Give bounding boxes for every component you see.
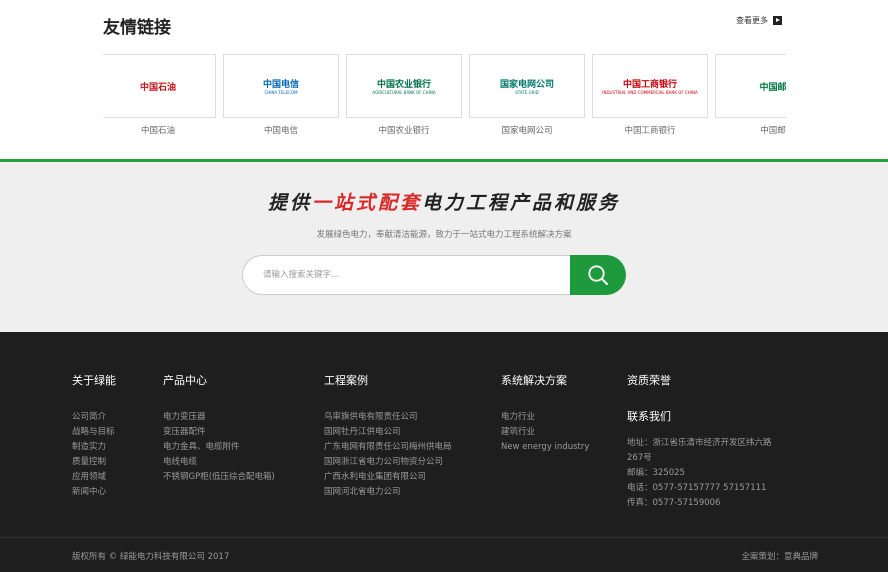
footer-link[interactable]: 变压器配件	[163, 425, 275, 440]
slogan-post: 电力工程产品和服务	[422, 192, 621, 214]
partner-logo[interactable]: 中国邮	[715, 54, 786, 118]
partner-logo-subtext: INDUSTRIAL AND COMMERCIAL BANK OF CHINA	[602, 90, 698, 95]
copyright: 版权所有 © 绿能电力科技有限公司 2017	[72, 552, 230, 562]
footer-link[interactable]: 电力行业	[501, 410, 589, 425]
footer-col-honors-contact: 资质荣誉 联系我们 地址：浙江省乐清市经济开发区纬六路 267号邮编：325025…	[627, 372, 772, 511]
footer-col-title[interactable]: 系统解决方案	[501, 372, 589, 388]
partner-logo-subtext: STATE GRID	[515, 90, 539, 95]
partner-label[interactable]: 国家电网公司	[469, 124, 585, 136]
footer-divider	[0, 537, 888, 538]
footer-link[interactable]: 电线电缆	[163, 455, 275, 470]
contact-line: 电话：0577-57157777 57157111	[627, 483, 767, 493]
footer-link[interactable]: 国网牡丹江供电公司	[324, 425, 452, 440]
search-band: 提供一站式配套电力工程产品和服务 发展绿色电力，奉献清洁能源，致力于一站式电力工…	[0, 162, 888, 332]
partner-logo-text: 国家电网公司	[499, 80, 554, 90]
footer-link[interactable]: 广西水利电业集团有限公司	[324, 470, 452, 485]
partner-logo-text: 中国工商银行	[622, 80, 677, 90]
partner-logo-mark: 国家电网公司 STATE GRID	[500, 77, 554, 95]
footer-col-title[interactable]: 关于绿能	[72, 372, 116, 388]
partner-label[interactable]: 中国石油	[103, 124, 216, 136]
partner-logo-mark: 中国农业银行 AGRICULTURAL BANK OF CHINA	[372, 77, 435, 95]
footer-link[interactable]: 国网河北省电力公司	[324, 485, 452, 500]
footer-link[interactable]: 新闻中心	[72, 485, 116, 500]
view-more-label: 查看更多	[736, 16, 768, 25]
partner-carousel[interactable]: e中国石油中国石油中国电信CHINA TELECOM中国电信中国农业银行AGRI…	[103, 54, 786, 136]
partner-logo-subtext: AGRICULTURAL BANK OF CHINA	[372, 90, 436, 95]
footer-link[interactable]: 公司简介	[72, 410, 116, 425]
partner-card[interactable]: 中国农业银行 AGRICULTURAL BANK OF CHINA 中国农业银行	[346, 54, 462, 136]
footer-link[interactable]: 应用领域	[72, 470, 116, 485]
play-arrow-icon	[773, 16, 782, 25]
partner-track: e中国石油中国石油中国电信CHINA TELECOM中国电信中国农业银行AGRI…	[103, 54, 786, 136]
footer-link[interactable]: 电力变压器	[163, 410, 275, 425]
partner-logo-mark: 中国工商银行 INDUSTRIAL AND COMMERCIAL BANK OF …	[602, 77, 697, 95]
footer-link[interactable]: 建筑行业	[501, 425, 589, 440]
partner-card[interactable]: 中国邮 中国邮	[715, 54, 786, 136]
view-more-link[interactable]: 查看更多	[736, 15, 782, 26]
footer-col-title[interactable]: 工程案例	[324, 372, 452, 388]
design-credit[interactable]: 全案策划：意典品牌	[741, 550, 818, 562]
search-input[interactable]	[242, 255, 582, 295]
partner-label[interactable]: 中国农业银行	[346, 124, 462, 136]
footer-link[interactable]: 电力金具、电缆附件	[163, 440, 275, 455]
partner-label[interactable]: 中国工商银行	[592, 124, 708, 136]
band-subtitle: 发展绿色电力，奉献清洁能源，致力于一站式电力工程系统解决方案	[316, 230, 572, 240]
slogan-pre: 提供	[267, 192, 312, 214]
slogan: 提供一站式配套电力工程产品和服务	[0, 188, 888, 215]
footer-link[interactable]: 广东电网有限责任公司梅州供电局	[324, 440, 452, 455]
footer-col-about: 关于绿能 公司简介 战略与目标 制造实力 质量控制 应用领域 新闻中心	[72, 372, 116, 500]
friend-links-title: 友情链接	[103, 18, 171, 38]
footer-col-title[interactable]: 资质荣誉	[627, 372, 772, 388]
search-icon	[588, 265, 608, 285]
friend-links-section: 友情链接 查看更多 e中国石油中国石油中国电信CHINA TELECOM中国电信…	[0, 0, 888, 160]
footer-link[interactable]: 战略与目标	[72, 425, 116, 440]
partner-logo-subtext: CHINA TELECOM	[264, 90, 298, 95]
contact-line: 地址：浙江省乐清市经济开发区纬六路	[627, 438, 772, 448]
partner-card[interactable]: 国家电网公司 STATE GRID 国家电网公司	[469, 54, 585, 136]
partner-logo-mark: 中国邮	[759, 80, 786, 93]
footer-col-solutions: 系统解决方案 电力行业 建筑行业 New energy industry	[501, 372, 589, 455]
partner-label[interactable]: 中国邮	[715, 124, 786, 136]
partner-logo-text: 中国邮	[759, 82, 786, 93]
footer: 关于绿能 公司简介 战略与目标 制造实力 质量控制 应用领域 新闻中心 产品中心 电力变压…	[0, 332, 888, 572]
partner-logo[interactable]: 中国石油	[103, 54, 216, 118]
partner-card[interactable]: 中国工商银行 INDUSTRIAL AND COMMERCIAL BANK OF …	[592, 54, 708, 136]
partner-logo-text: 中国石油	[139, 82, 176, 93]
contact-line: 传真：0577-57159006	[627, 498, 721, 508]
partner-logo[interactable]: 中国农业银行 AGRICULTURAL BANK OF CHINA	[346, 54, 462, 118]
footer-link[interactable]: 乌审旗供电有限责任公司	[324, 410, 452, 425]
footer-link[interactable]: 国网浙江省电力公司物资分公司	[324, 455, 452, 470]
footer-link[interactable]: 不锈钢GP柜(低压综合配电箱)	[163, 470, 275, 485]
search-button[interactable]	[570, 255, 626, 295]
footer-link[interactable]: 质量控制	[72, 455, 116, 470]
partner-logo[interactable]: 中国工商银行 INDUSTRIAL AND COMMERCIAL BANK OF …	[592, 54, 708, 118]
partner-logo-mark: 中国电信 CHINA TELECOM	[263, 77, 299, 95]
partner-card[interactable]: 中国石油 中国石油	[103, 54, 216, 136]
partner-logo[interactable]: 中国电信 CHINA TELECOM	[223, 54, 339, 118]
partner-logo-text: 中国电信	[262, 80, 299, 90]
contact-line: 267号	[627, 453, 652, 463]
footer-col-cases: 工程案例 乌审旗供电有限责任公司 国网牡丹江供电公司 广东电网有限责任公司梅州供电局…	[324, 372, 452, 500]
contact-title: 联系我们	[627, 410, 671, 423]
footer-col-products: 产品中心 电力变压器 变压器配件 电力金具、电缆附件 电线电缆 不锈钢GP柜(低压综合配…	[163, 372, 275, 485]
search-bar	[242, 255, 626, 295]
slogan-highlight: 一站式配套	[311, 192, 422, 214]
footer-link[interactable]: New energy industry	[501, 440, 589, 455]
contact-line: 邮编：325025	[627, 468, 685, 478]
partner-card[interactable]: 中国电信 CHINA TELECOM 中国电信	[223, 54, 339, 136]
partner-logo-text: 中国农业银行	[376, 80, 431, 90]
partner-logo[interactable]: 国家电网公司 STATE GRID	[469, 54, 585, 118]
partner-label[interactable]: 中国电信	[223, 124, 339, 136]
footer-col-title[interactable]: 产品中心	[163, 372, 275, 388]
partner-logo-mark: 中国石油	[140, 80, 176, 93]
footer-link[interactable]: 制造实力	[72, 440, 116, 455]
